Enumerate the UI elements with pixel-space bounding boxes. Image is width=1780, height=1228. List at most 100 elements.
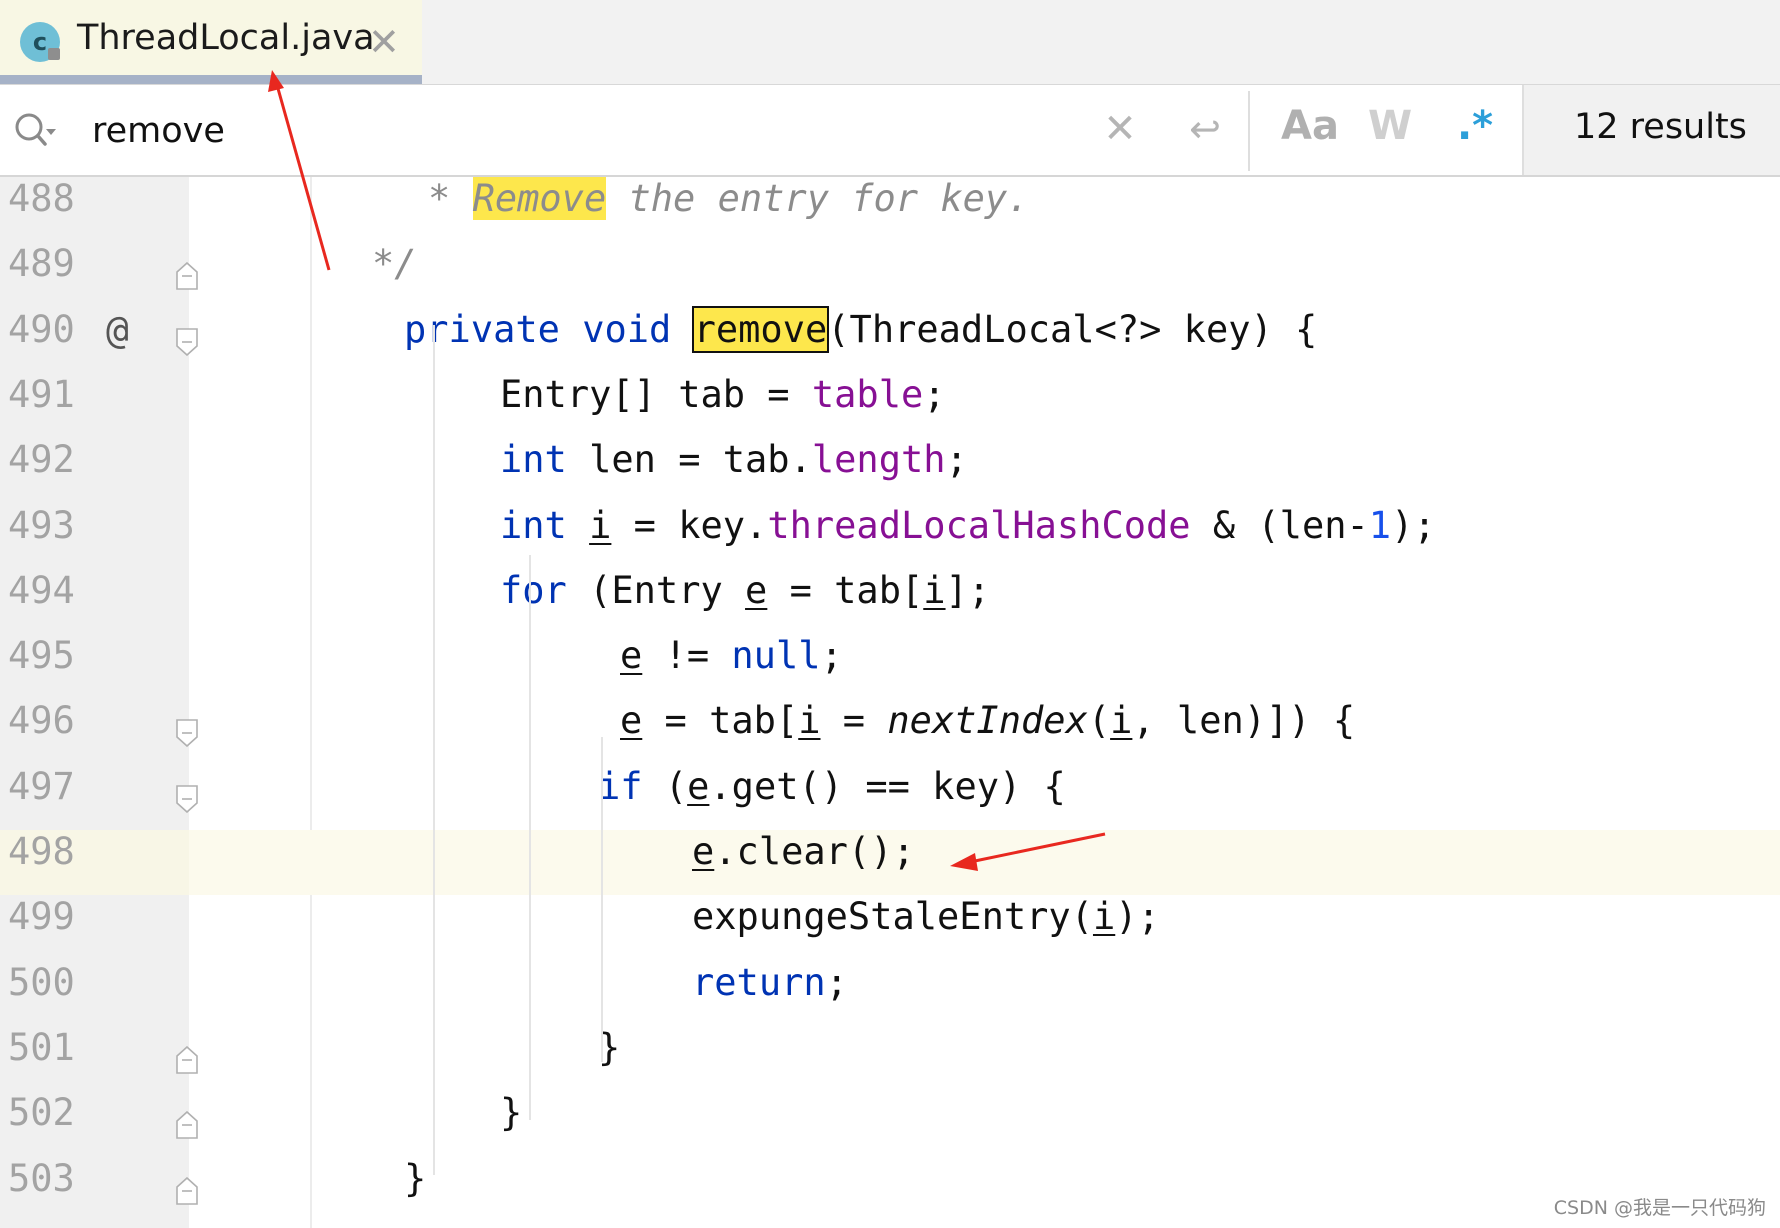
code-token: ); [1115, 895, 1160, 939]
close-tab-icon[interactable]: ✕ [368, 22, 400, 62]
code-token: = tab[ [767, 568, 924, 612]
override-method-icon[interactable]: @ [106, 308, 129, 352]
regex-button[interactable]: .* [1440, 103, 1510, 155]
code-line[interactable]: 501} [0, 1026, 1780, 1091]
code-token: ; [820, 634, 843, 678]
code-token: i [1110, 699, 1133, 743]
code-line[interactable]: 496 e = tab[i = nextIndex(i, len)]) { [0, 699, 1780, 764]
line-number: 503 [8, 1156, 75, 1200]
code-token: e [620, 699, 643, 743]
fold-collapse-icon[interactable] [176, 719, 198, 748]
code-token: ); [1391, 503, 1436, 547]
line-number: 495 [8, 634, 75, 678]
code-line[interactable]: 500 return; [0, 961, 1780, 1026]
code-text[interactable]: int i = key.threadLocalHashCode & (len-1… [500, 504, 1436, 569]
line-number: 492 [8, 438, 75, 482]
code-text[interactable]: e != null; [620, 634, 843, 699]
code-text[interactable]: } [500, 1091, 522, 1156]
code-token: length [811, 438, 946, 482]
line-number: 489 [8, 242, 75, 286]
find-bar: ✕ ↩ Aa W .* 12 results [0, 85, 1780, 177]
line-number: 488 [8, 177, 75, 220]
search-match: Remove [472, 177, 607, 220]
clear-search-icon[interactable]: ✕ [1100, 103, 1140, 155]
code-token: the entry for key. [606, 177, 1030, 220]
code-token: ]; [945, 568, 991, 612]
code-token: private [404, 307, 560, 351]
line-number: 497 [8, 764, 75, 808]
code-token: = tab[ [642, 699, 799, 743]
code-token: != [642, 634, 732, 678]
new-line-icon[interactable]: ↩ [1180, 103, 1230, 155]
code-editor[interactable]: 488 * Remove the entry for key. 489 */ 490 @ p… [0, 177, 1780, 1228]
search-history-icon[interactable] [12, 109, 60, 153]
code-token: ( [642, 764, 688, 808]
line-number: 502 [8, 1091, 75, 1135]
code-token: (ThreadLocal<?> key) { [827, 307, 1318, 351]
match-case-button[interactable]: Aa [1275, 103, 1345, 155]
whole-words-button[interactable]: W [1360, 103, 1420, 155]
line-number: 493 [8, 503, 75, 547]
code-line[interactable]: 498 e.clear(); [0, 830, 1780, 895]
results-count: 12 results [1574, 107, 1747, 147]
code-token: = [820, 699, 888, 743]
code-text[interactable]: expungeStaleEntry(i); [692, 895, 1160, 960]
code-token: int [500, 503, 567, 547]
code-line[interactable]: 499 expungeStaleEntry(i); [0, 895, 1780, 960]
code-token: } [500, 1091, 523, 1135]
code-line[interactable]: 488 * Remove the entry for key. [0, 177, 1780, 242]
fold-collapse-icon[interactable] [176, 327, 198, 356]
code-text[interactable]: for (Entry e = tab[i]; [500, 569, 990, 634]
code-line[interactable]: 502} [0, 1091, 1780, 1156]
csdn-watermark: CSDN @我是一只代码狗 [1553, 1197, 1766, 1219]
fold-end-icon[interactable] [176, 1045, 198, 1074]
line-number: 494 [8, 568, 75, 612]
code-token: , len)]) { [1132, 699, 1356, 743]
fold-end-icon[interactable] [176, 262, 198, 291]
code-line[interactable]: 497 if (e.get() == key) { [0, 765, 1780, 830]
code-text[interactable]: } [404, 1157, 426, 1222]
code-line[interactable]: 492 int len = tab.length; [0, 438, 1780, 503]
code-text[interactable]: */ [372, 242, 417, 307]
code-text[interactable]: int len = tab.length; [500, 438, 968, 503]
code-token: */ [372, 242, 417, 286]
code-token: if [598, 764, 643, 808]
code-token: e [745, 568, 768, 612]
code-text[interactable]: Entry[] tab = table; [500, 373, 946, 438]
code-token: threadLocalHashCode [767, 503, 1191, 547]
code-line[interactable]: 494 for (Entry e = tab[i]; [0, 569, 1780, 634]
code-text[interactable]: if (e.get() == key) { [598, 765, 1066, 830]
code-line[interactable]: 493 int i = key.threadLocalHashCode & (le… [0, 504, 1780, 569]
code-token: & (len- [1190, 503, 1369, 547]
code-token: i [589, 503, 612, 547]
results-panel: 12 results [1522, 85, 1780, 175]
fold-end-icon[interactable] [176, 1111, 198, 1139]
code-text[interactable]: private void remove(ThreadLocal<?> key) … [404, 305, 1318, 373]
code-text[interactable]: return; [692, 961, 848, 1026]
code-token: nextIndex [887, 699, 1088, 743]
tab-threadlocal-java[interactable]: c ThreadLocal.java ✕ [0, 0, 422, 84]
fold-end-icon[interactable] [176, 1176, 198, 1205]
search-options-divider [1248, 91, 1250, 171]
active-tab-indicator [0, 75, 422, 84]
code-token: = key. [611, 503, 768, 547]
fold-collapse-icon[interactable] [176, 784, 198, 813]
code-line[interactable]: 491 Entry[] tab = table; [0, 373, 1780, 438]
search-input[interactable] [90, 107, 894, 155]
code-line[interactable]: 489 */ [0, 242, 1780, 307]
code-token: } [404, 1156, 427, 1200]
code-token: void [582, 307, 672, 351]
code-text[interactable]: e.clear(); [692, 830, 915, 895]
code-token: int [500, 438, 567, 482]
code-text[interactable]: * Remove the entry for key. [428, 177, 1029, 242]
code-token: table [811, 372, 924, 416]
code-line[interactable]: 490 @ private void remove(ThreadLocal<?> k… [0, 305, 1780, 373]
code-line[interactable]: 503} [0, 1157, 1780, 1222]
code-token: null [731, 634, 821, 678]
line-number: 490 [8, 307, 75, 351]
line-number: 496 [8, 699, 75, 743]
code-text[interactable]: e = tab[i = nextIndex(i, len)]) { [620, 699, 1355, 764]
code-line[interactable]: 495 e != null; [0, 634, 1780, 699]
